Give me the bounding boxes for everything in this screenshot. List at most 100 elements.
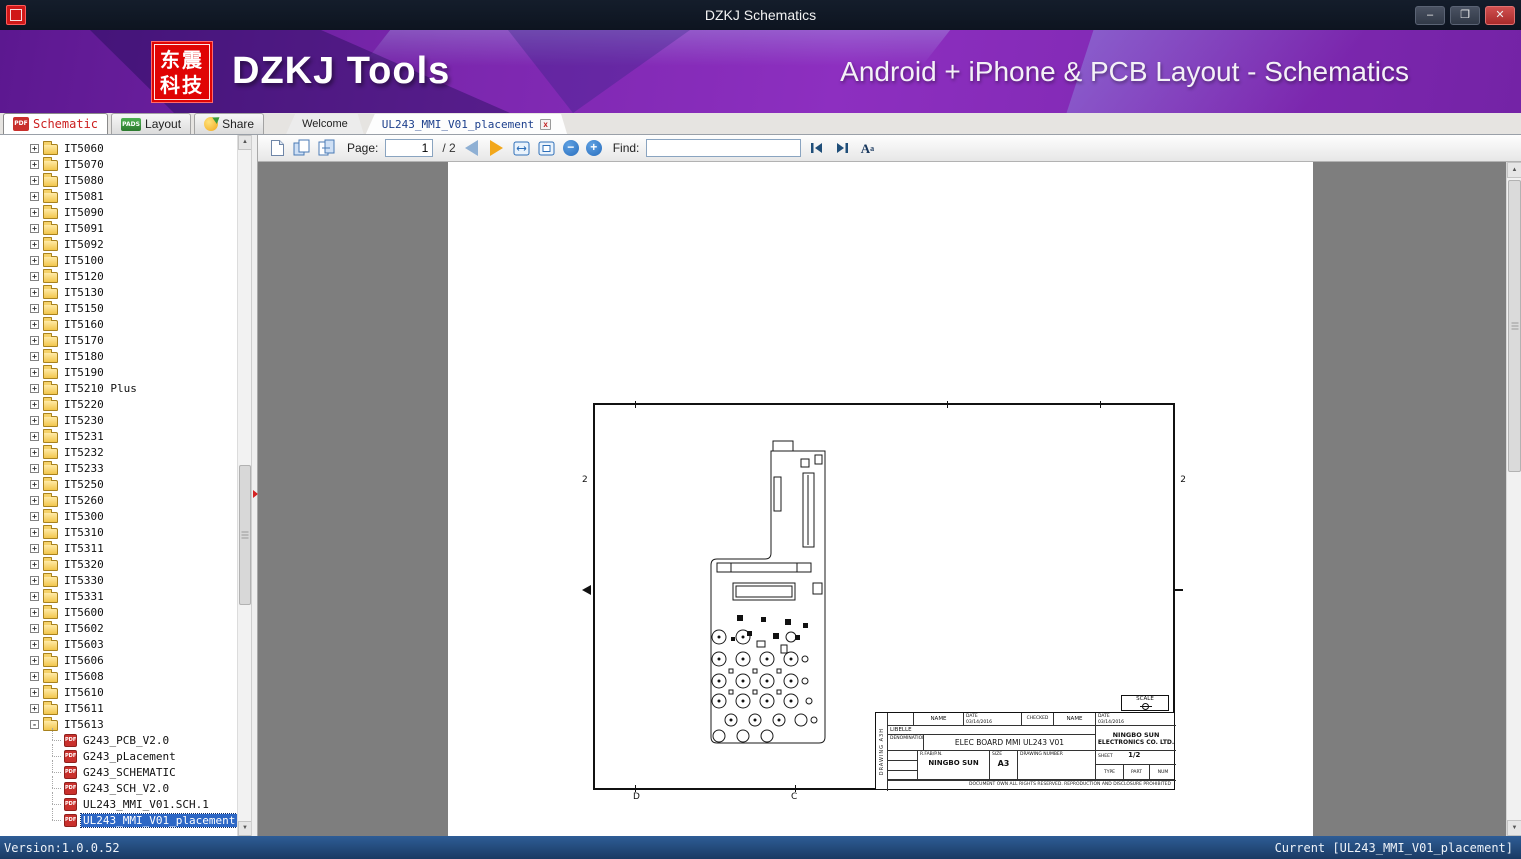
tree-folder[interactable]: +IT5090 (0, 204, 237, 220)
tree-folder[interactable]: +IT5180 (0, 348, 237, 364)
expand-icon[interactable]: + (30, 656, 39, 665)
next-page-icon[interactable] (488, 138, 506, 158)
facing-pages-icon[interactable] (293, 138, 311, 158)
tree-folder[interactable]: +IT5330 (0, 572, 237, 588)
expand-icon[interactable]: + (30, 400, 39, 409)
expand-icon[interactable]: + (30, 624, 39, 633)
expand-icon[interactable]: + (30, 688, 39, 697)
scroll-up-icon[interactable]: ▲ (238, 135, 252, 150)
expand-icon[interactable]: + (30, 640, 39, 649)
expand-icon[interactable]: + (30, 416, 39, 425)
pane-splitter[interactable] (251, 135, 258, 836)
tree-file[interactable]: PDFG243_PCB_V2.0 (0, 732, 237, 748)
tree-folder[interactable]: +IT5260 (0, 492, 237, 508)
tree-file[interactable]: PDFUL243_MMI_V01.SCH.1 (0, 796, 237, 812)
expand-icon[interactable]: + (30, 528, 39, 537)
collapse-icon[interactable]: - (30, 720, 39, 729)
minimize-button[interactable]: – (1415, 6, 1445, 25)
expand-icon[interactable]: + (30, 160, 39, 169)
match-case-icon[interactable]: Aa (858, 138, 876, 158)
doc-tab-welcome[interactable]: Welcome (286, 114, 364, 134)
tree-folder[interactable]: +IT5170 (0, 332, 237, 348)
expand-icon[interactable]: + (30, 144, 39, 153)
tree-folder[interactable]: +IT5250 (0, 476, 237, 492)
tree-folder[interactable]: +IT5331 (0, 588, 237, 604)
tree-folder[interactable]: +IT5091 (0, 220, 237, 236)
tree-folder[interactable]: +IT5081 (0, 188, 237, 204)
expand-icon[interactable]: + (30, 576, 39, 585)
expand-icon[interactable]: + (30, 384, 39, 393)
tab-layout[interactable]: PADS Layout (111, 113, 191, 134)
find-input[interactable] (646, 139, 801, 157)
zoom-in-icon[interactable]: + (586, 140, 602, 156)
expand-icon[interactable]: + (30, 368, 39, 377)
expand-icon[interactable]: + (30, 560, 39, 569)
expand-icon[interactable]: + (30, 272, 39, 281)
zoom-out-icon[interactable]: − (563, 140, 579, 156)
fit-page-icon[interactable] (538, 138, 556, 158)
scroll-down-icon[interactable]: ▼ (238, 821, 252, 836)
expand-icon[interactable]: + (30, 592, 39, 601)
tree-file[interactable]: PDFUL243_MMI_V01_placement (0, 812, 237, 828)
expand-icon[interactable]: + (30, 448, 39, 457)
find-next-icon[interactable] (833, 138, 851, 158)
tree-folder[interactable]: +IT5606 (0, 652, 237, 668)
single-page-icon[interactable] (268, 138, 286, 158)
tree-folder[interactable]: +IT5210 Plus (0, 380, 237, 396)
tree-folder[interactable]: +IT5610 (0, 684, 237, 700)
tree-folder[interactable]: +IT5150 (0, 300, 237, 316)
tree-folder[interactable]: +IT5120 (0, 268, 237, 284)
expand-icon[interactable]: + (30, 288, 39, 297)
tree-folder[interactable]: +IT5611 (0, 700, 237, 716)
tree-folder[interactable]: +IT5070 (0, 156, 237, 172)
tree-folder[interactable]: +IT5190 (0, 364, 237, 380)
tree-folder[interactable]: +IT5233 (0, 460, 237, 476)
expand-icon[interactable]: + (30, 496, 39, 505)
expand-icon[interactable]: + (30, 704, 39, 713)
tree-folder[interactable]: +IT5602 (0, 620, 237, 636)
tree-folder[interactable]: +IT5231 (0, 428, 237, 444)
tree-file[interactable]: PDFG243_pLacement (0, 748, 237, 764)
tree-folder[interactable]: +IT5603 (0, 636, 237, 652)
expand-icon[interactable]: + (30, 336, 39, 345)
expand-icon[interactable]: + (30, 464, 39, 473)
tab-schematic[interactable]: PDF Schematic (3, 113, 108, 134)
expand-icon[interactable]: + (30, 256, 39, 265)
tree-folder[interactable]: +IT5220 (0, 396, 237, 412)
expand-icon[interactable]: + (30, 608, 39, 617)
tree-folder-expanded[interactable]: -IT5613 (0, 716, 237, 732)
find-previous-icon[interactable] (808, 138, 826, 158)
app-icon[interactable] (6, 5, 26, 25)
scroll-down-icon[interactable]: ▼ (1507, 820, 1521, 836)
tree-folder[interactable]: +IT5608 (0, 668, 237, 684)
tree-folder[interactable]: +IT5300 (0, 508, 237, 524)
close-button[interactable]: ✕ (1485, 6, 1515, 25)
expand-icon[interactable]: + (30, 224, 39, 233)
tree-file[interactable]: PDFG243_SCH_V2.0 (0, 780, 237, 796)
tree-folder[interactable]: +IT5320 (0, 556, 237, 572)
scroll-up-icon[interactable]: ▲ (1507, 162, 1521, 178)
expand-icon[interactable]: + (30, 176, 39, 185)
viewer-scrollbar[interactable]: ▲ ▼ (1506, 162, 1521, 836)
tree-folder[interactable]: +IT5092 (0, 236, 237, 252)
scrollbar-thumb[interactable] (239, 465, 251, 605)
expand-icon[interactable]: + (30, 304, 39, 313)
expand-icon[interactable]: + (30, 192, 39, 201)
expand-icon[interactable]: + (30, 544, 39, 553)
tree-folder[interactable]: +IT5232 (0, 444, 237, 460)
tree-folder[interactable]: +IT5100 (0, 252, 237, 268)
scrollbar-thumb[interactable] (1508, 180, 1521, 472)
tree-folder[interactable]: +IT5080 (0, 172, 237, 188)
tree-folder[interactable]: +IT5310 (0, 524, 237, 540)
maximize-button[interactable]: ❐ (1450, 6, 1480, 25)
expand-icon[interactable]: + (30, 208, 39, 217)
tree-folder[interactable]: +IT5600 (0, 604, 237, 620)
tree-file[interactable]: PDFG243_SCHEMATIC (0, 764, 237, 780)
previous-page-icon[interactable] (463, 138, 481, 158)
tree-folder[interactable]: +IT5160 (0, 316, 237, 332)
sidebar-scrollbar[interactable]: ▲ ▼ (237, 135, 251, 836)
close-tab-icon[interactable]: x (540, 119, 551, 130)
doc-tab-active[interactable]: UL243_MMI_V01_placement x (366, 114, 567, 134)
fit-width-icon[interactable] (513, 138, 531, 158)
expand-icon[interactable]: + (30, 512, 39, 521)
